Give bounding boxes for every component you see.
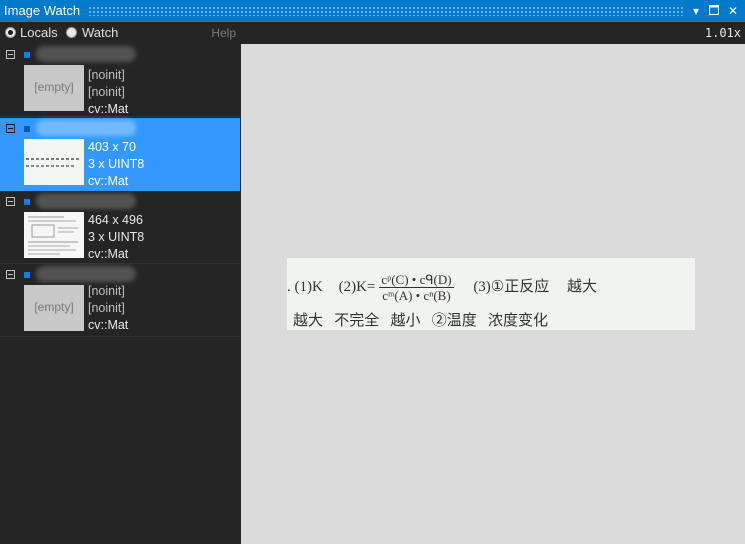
fraction-numerator: cᵖ(C) • cᑫ(D) [379, 272, 454, 288]
collapse-icon[interactable] [6, 50, 15, 59]
item-info: [noinit] [noinit] cv::Mat [88, 283, 128, 334]
item-size: 403 x 70 [88, 140, 136, 154]
title-drag-grip[interactable] [88, 6, 685, 16]
variable-type-icon [24, 52, 30, 58]
displayed-image[interactable]: . (1)K (2)K= cᵖ(C) • cᑫ(D) cᵐ(A) • cⁿ(B) (… [287, 258, 695, 330]
list-item-selected[interactable]: 403 x 70 3 x UINT8 cv::Mat [0, 118, 240, 191]
variable-type-icon [24, 272, 30, 278]
item-size: 464 x 496 [88, 213, 143, 227]
item-format: 3 x UINT8 [88, 157, 145, 171]
image-text-part3: (3)①正反应 [473, 278, 550, 295]
variable-name-redacted [36, 46, 136, 62]
item-type: cv::Mat [88, 174, 129, 188]
list-item[interactable]: 464 x 496 3 x UINT8 cv::Mat [0, 191, 240, 264]
variable-name-redacted [36, 193, 136, 209]
image-thumbnail[interactable]: [empty] [24, 65, 84, 111]
watch-list-panel: Locals Watch Help [empty] [noinit] [noin… [0, 22, 240, 544]
viewer-toolbar: 1.01x [241, 22, 745, 44]
item-format: [noinit] [88, 301, 125, 315]
image-text-part2: (2)K= [338, 278, 376, 295]
item-type: cv::Mat [88, 318, 129, 332]
item-info: [noinit] [noinit] cv::Mat [88, 67, 128, 118]
watch-label[interactable]: Watch [82, 25, 118, 40]
watch-radio[interactable] [66, 27, 77, 38]
watch-toolbar: Locals Watch Help [0, 22, 240, 44]
item-info: 464 x 496 3 x UINT8 cv::Mat [88, 212, 144, 263]
item-type: cv::Mat [88, 247, 129, 261]
title-bar: Image Watch ▾ ✕ [0, 0, 745, 22]
list-item[interactable]: [empty] [noinit] [noinit] cv::Mat [0, 264, 240, 337]
image-thumbnail[interactable] [24, 139, 84, 185]
thumbnail-empty-text: [empty] [34, 300, 74, 314]
locals-label[interactable]: Locals [20, 25, 58, 40]
image-viewer[interactable]: 1.01x . (1)K (2)K= cᵖ(C) • cᑫ(D) cᵐ(A) • c… [241, 22, 745, 544]
fraction-denominator: cᵐ(A) • cⁿ(B) [382, 288, 451, 303]
item-size: [noinit] [88, 68, 125, 82]
maximize-icon[interactable] [706, 2, 722, 20]
image-text-line-1: . (1)K (2)K= cᵖ(C) • cᑫ(D) cᵐ(A) • cⁿ(B) (… [287, 272, 597, 303]
item-size: [noinit] [88, 284, 125, 298]
thumbnail-empty-text: [empty] [34, 80, 74, 94]
variable-name-redacted [36, 266, 136, 282]
window-title: Image Watch [4, 3, 81, 18]
image-formula-fraction: cᵖ(C) • cᑫ(D) cᵐ(A) • cⁿ(B) [379, 272, 454, 303]
variable-name-redacted [36, 120, 136, 136]
zoom-level: 1.01x [704, 26, 741, 40]
list-item[interactable]: [empty] [noinit] [noinit] cv::Mat [0, 44, 240, 117]
item-format: 3 x UINT8 [88, 230, 145, 244]
item-type: cv::Mat [88, 102, 129, 116]
image-text-prefix: . (1)K [287, 278, 323, 295]
variable-type-icon [24, 199, 30, 205]
item-format: [noinit] [88, 85, 125, 99]
image-text-part4: 越大 [567, 278, 598, 295]
collapse-icon[interactable] [6, 124, 15, 133]
item-info: 403 x 70 3 x UINT8 cv::Mat [88, 139, 144, 190]
help-link[interactable]: Help [211, 26, 236, 40]
image-thumbnail[interactable]: [empty] [24, 285, 84, 331]
image-thumbnail[interactable] [24, 212, 84, 258]
collapse-icon[interactable] [6, 197, 15, 206]
locals-radio[interactable] [5, 27, 16, 38]
image-text-line-2: 越大 不完全 越小 ②温度 浓度变化 [293, 313, 549, 329]
variable-type-icon [24, 126, 30, 132]
close-icon[interactable]: ✕ [725, 2, 741, 20]
collapse-icon[interactable] [6, 270, 15, 279]
dropdown-icon[interactable]: ▾ [688, 2, 704, 20]
